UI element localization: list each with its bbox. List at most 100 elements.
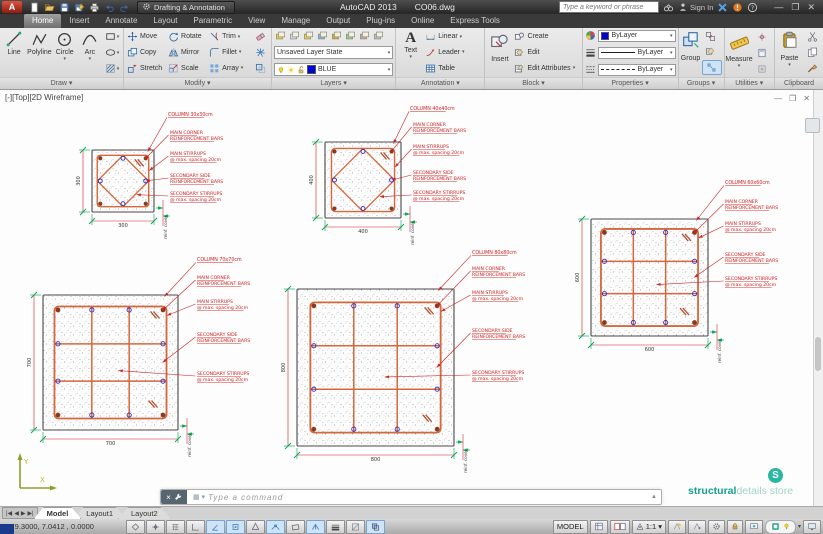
measure-button[interactable]: Measure▾ bbox=[727, 29, 752, 76]
quick-calc-button[interactable] bbox=[753, 46, 771, 59]
layer-tool-3-icon[interactable] bbox=[302, 29, 315, 42]
edit-attributes-button[interactable]: Edit Attributes▾ bbox=[513, 62, 579, 75]
command-customize-icon[interactable] bbox=[174, 493, 182, 501]
status-menu-chevron[interactable]: ▾ bbox=[798, 523, 801, 530]
tab-manage[interactable]: Manage bbox=[273, 14, 318, 28]
command-close-icon[interactable]: × bbox=[166, 493, 171, 502]
toggle-object-snap-tracking[interactable] bbox=[266, 520, 285, 534]
rectangle-button[interactable]: ▾ bbox=[103, 30, 121, 43]
tab-annotate[interactable]: Annotate bbox=[97, 14, 145, 28]
alert-icon[interactable] bbox=[732, 2, 743, 13]
toolbar-lock-icon[interactable] bbox=[727, 520, 743, 534]
leader-button[interactable]: Leader▾ bbox=[424, 46, 482, 59]
fillet-button[interactable]: Fillet▾ bbox=[208, 46, 250, 59]
command-history-icon[interactable]: ▲ bbox=[651, 494, 657, 500]
command-prompt[interactable]: Type a command bbox=[208, 493, 283, 502]
layer-tool-2-icon[interactable] bbox=[288, 29, 301, 42]
save-as-button[interactable] bbox=[72, 1, 86, 13]
layout-tab-model[interactable]: Model bbox=[34, 507, 82, 519]
vertical-scrollbar[interactable] bbox=[813, 90, 823, 506]
polyline-button[interactable]: Polyline bbox=[27, 29, 52, 76]
viewport-minimize-icon[interactable]: — bbox=[774, 94, 782, 103]
tab-online[interactable]: Online bbox=[403, 14, 442, 28]
command-line[interactable]: × ▦ ▾ Type a command ▲ bbox=[160, 489, 662, 505]
toggle-object-snap[interactable] bbox=[226, 520, 245, 534]
command-recent-icon[interactable]: ▦ ▾ bbox=[193, 493, 205, 501]
group-button[interactable]: Group bbox=[681, 29, 701, 76]
panel-draw-label[interactable]: Draw ▾ bbox=[0, 77, 123, 89]
exchange-apps-icon[interactable] bbox=[717, 2, 728, 13]
minimize-button[interactable]: — bbox=[774, 1, 783, 13]
plot-button[interactable] bbox=[87, 1, 101, 13]
ungroup-button[interactable] bbox=[702, 30, 720, 43]
maximize-button[interactable]: ❐ bbox=[791, 1, 799, 13]
panel-block-label[interactable]: Block ▾ bbox=[485, 77, 581, 89]
arc-button[interactable]: Arc▾ bbox=[78, 29, 102, 76]
match-properties-icon[interactable] bbox=[803, 62, 821, 75]
annotation-autoscale-icon[interactable] bbox=[688, 520, 706, 534]
toggle-polar-tracking[interactable] bbox=[206, 520, 225, 534]
hatch-button[interactable]: ▾ bbox=[103, 62, 121, 75]
new-button[interactable] bbox=[27, 1, 41, 13]
group-selection-toggle[interactable] bbox=[702, 60, 722, 75]
explode-button[interactable] bbox=[251, 46, 269, 59]
tab-parametric[interactable]: Parametric bbox=[185, 14, 240, 28]
search-binoculars-icon[interactable] bbox=[663, 2, 674, 13]
linetype-dropdown[interactable]: ByLayer▾ bbox=[598, 64, 676, 76]
search-input[interactable] bbox=[559, 1, 659, 13]
redo-button[interactable] bbox=[117, 1, 131, 13]
drawing-area[interactable]: [-][Top][2D Wireframe] — ❐ ✕ COLUMN 30x3… bbox=[0, 90, 823, 506]
layer-tool-5-icon[interactable] bbox=[330, 29, 343, 42]
trim-button[interactable]: Trim▾ bbox=[208, 30, 250, 43]
create-button[interactable]: Create bbox=[513, 30, 579, 43]
help-icon[interactable]: ? bbox=[747, 2, 758, 13]
model-space-button[interactable]: MODEL bbox=[553, 520, 588, 534]
drawing-canvas[interactable]: COLUMN 30x30cmMAIN CORNERREINFORCEMENT B… bbox=[0, 90, 823, 506]
table-button[interactable]: Table bbox=[424, 62, 482, 75]
linear-button[interactable]: Linear▾ bbox=[424, 30, 482, 43]
lineweight-dropdown[interactable]: ByLayer▾ bbox=[598, 47, 676, 59]
viewport-restore-icon[interactable]: ❐ bbox=[789, 94, 796, 103]
viewport-controls-label[interactable]: [-][Top][2D Wireframe] bbox=[5, 93, 83, 102]
mirror-button[interactable]: Mirror bbox=[167, 46, 207, 59]
layer-tool-4-icon[interactable] bbox=[316, 29, 329, 42]
copy-button[interactable]: Copy bbox=[126, 46, 166, 59]
save-button[interactable] bbox=[57, 1, 71, 13]
layout-tab-layout2[interactable]: Layout2 bbox=[118, 507, 171, 519]
stretch-button[interactable]: Stretch bbox=[126, 62, 166, 75]
toggle-selection-cycling[interactable] bbox=[366, 520, 385, 534]
toggle-infer-constraints[interactable] bbox=[126, 520, 145, 534]
toggle-transparency[interactable] bbox=[346, 520, 365, 534]
panel-groups-label[interactable]: Groups ▾ bbox=[679, 77, 724, 89]
id-point-button[interactable] bbox=[753, 30, 771, 43]
scale-button[interactable]: Scale bbox=[167, 62, 207, 75]
viewport-close-icon[interactable]: ✕ bbox=[803, 94, 810, 103]
layer-tool-1-icon[interactable] bbox=[274, 29, 287, 42]
isolate-objects-icon[interactable] bbox=[771, 522, 780, 531]
tab-layout[interactable]: Layout bbox=[145, 14, 185, 28]
toggle-lineweight[interactable] bbox=[326, 520, 345, 534]
hardware-acceleration-icon[interactable] bbox=[745, 520, 763, 534]
tab-insert[interactable]: Insert bbox=[61, 14, 97, 28]
tab-home[interactable]: Home bbox=[24, 14, 61, 28]
scrollbar-thumb[interactable] bbox=[815, 337, 821, 371]
undo-button[interactable] bbox=[102, 1, 116, 13]
layout-nav-buttons[interactable]: |◀◀▶▶| bbox=[2, 507, 38, 519]
quick-view-layouts-icon[interactable] bbox=[610, 520, 630, 534]
layer-tool-7-icon[interactable] bbox=[358, 29, 371, 42]
panel-modify-label[interactable]: Modify ▾ bbox=[124, 77, 271, 89]
copy-clip-icon[interactable] bbox=[803, 46, 821, 59]
navigation-bar[interactable] bbox=[805, 118, 820, 133]
object-color-dropdown[interactable]: ByLayer▾ bbox=[598, 30, 676, 42]
offset-button[interactable] bbox=[251, 62, 269, 75]
toggle-3d-object-snap[interactable] bbox=[246, 520, 265, 534]
layer-tool-8-icon[interactable] bbox=[372, 29, 385, 42]
tab-plug-ins[interactable]: Plug-ins bbox=[358, 14, 403, 28]
edit-button[interactable]: Edit bbox=[513, 46, 579, 59]
panel-properties-label[interactable]: Properties ▾ bbox=[583, 77, 678, 89]
annotation-scale-button[interactable]: 1:1 ▾ bbox=[632, 520, 666, 534]
close-button[interactable]: ✕ bbox=[807, 1, 815, 13]
panel-annotation-label[interactable]: Annotation ▾ bbox=[396, 77, 484, 89]
app-menu-button[interactable]: A bbox=[2, 1, 22, 13]
clean-screen-icon[interactable] bbox=[803, 520, 821, 534]
